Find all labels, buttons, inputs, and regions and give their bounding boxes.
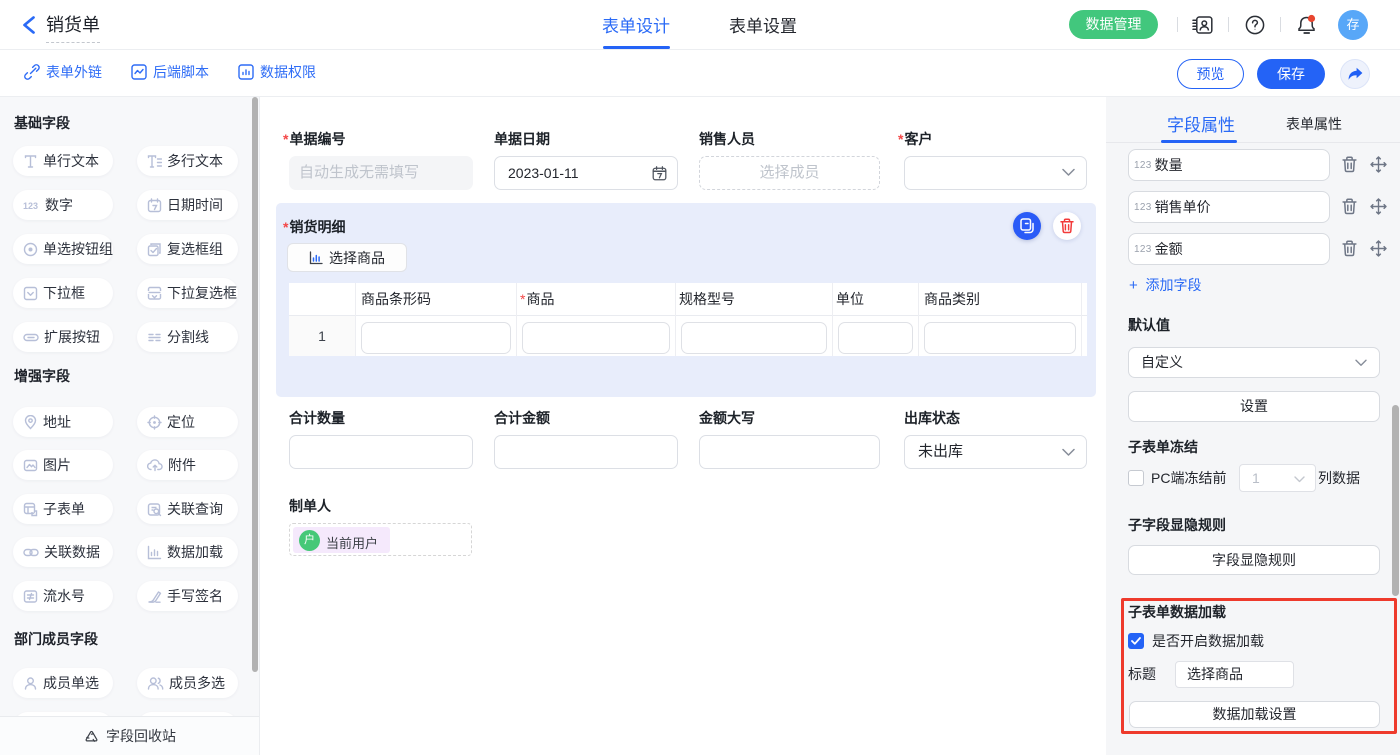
svg-text:123: 123 <box>23 201 38 211</box>
